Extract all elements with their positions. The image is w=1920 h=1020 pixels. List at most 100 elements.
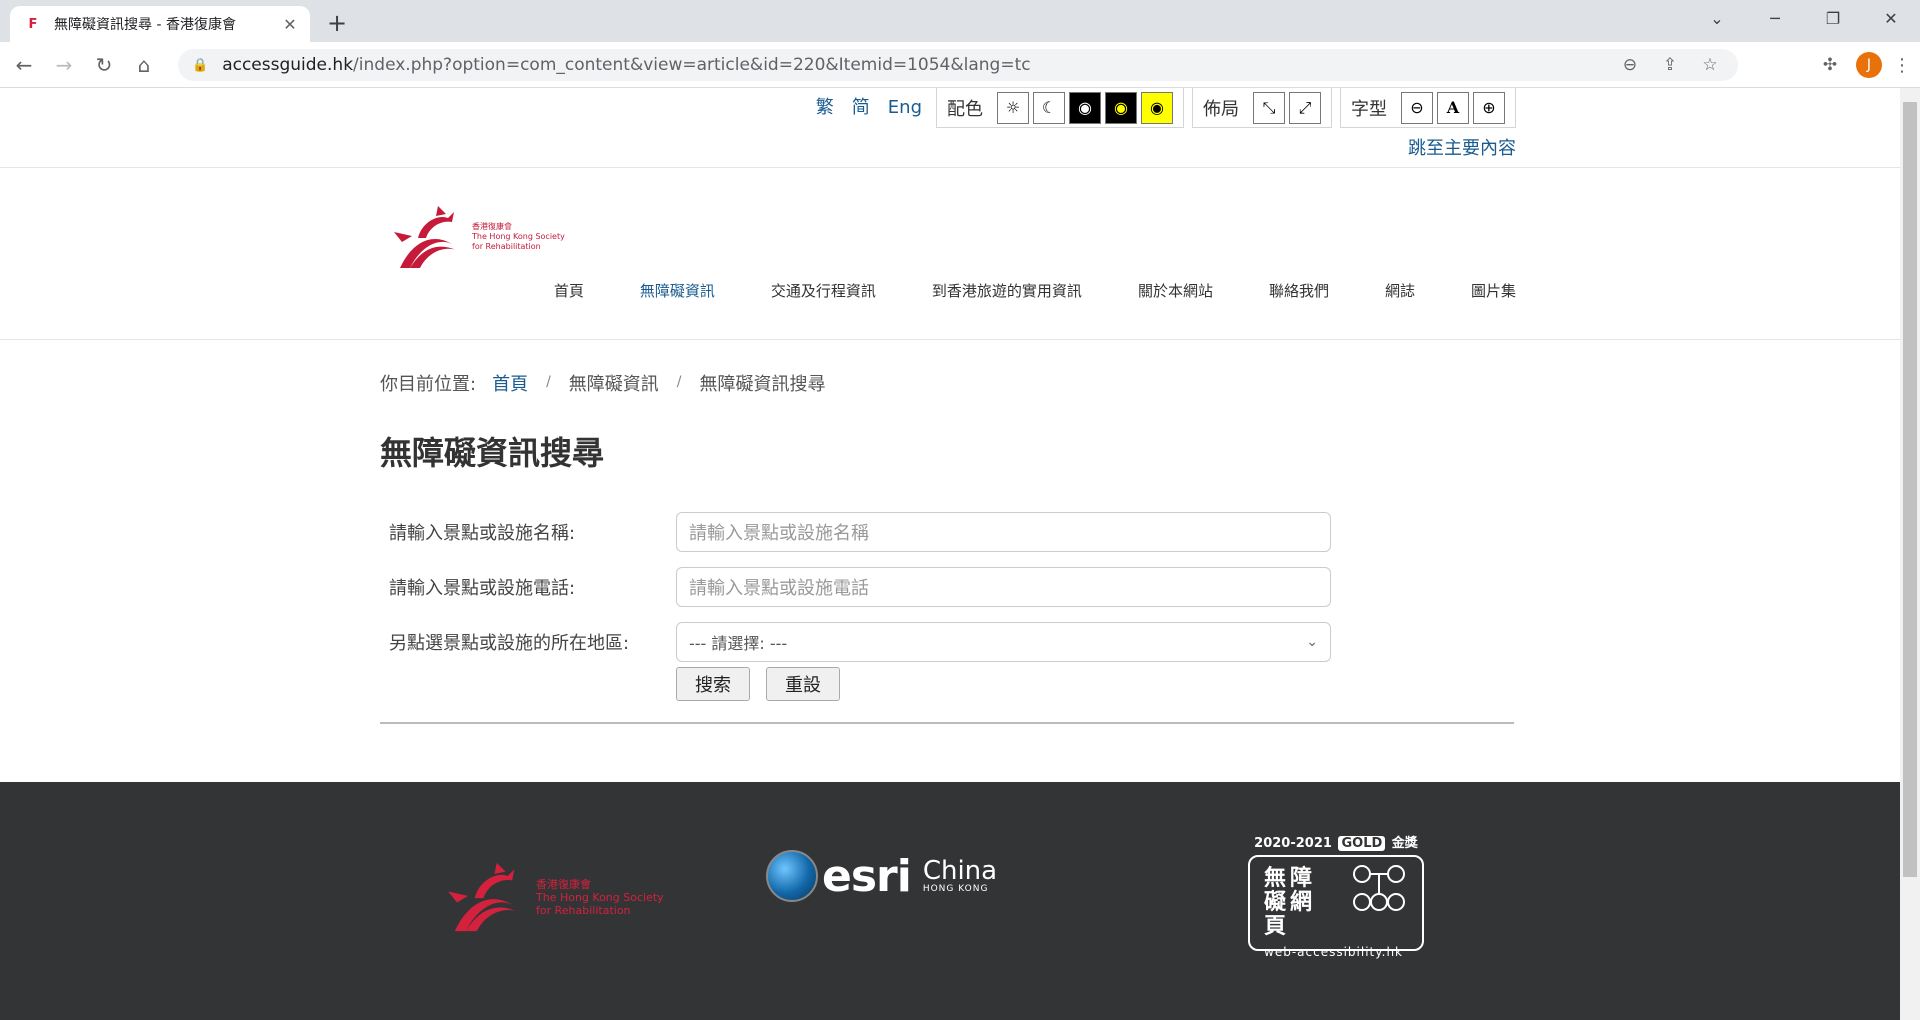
badge-award: 金獎 <box>1391 836 1418 851</box>
name-row: 請輸入景點或設施名稱: 請輸入景點或設施名稱 <box>380 504 1510 559</box>
language-switcher: 繁 简 Eng <box>798 88 922 128</box>
minimize-icon[interactable]: ─ <box>1746 0 1804 36</box>
wide-layout-icon[interactable]: ⤢ <box>1289 91 1321 124</box>
layout-label: 佈局 <box>1203 98 1239 120</box>
footer-rehab-logo[interactable]: 香港復康會 The Hong Kong Society for Rehabili… <box>446 858 664 936</box>
nav-travel-info[interactable]: 到香港旅遊的實用資訊 <box>932 280 1082 301</box>
name-input[interactable]: 請輸入景點或設施名稱 <box>676 511 1331 552</box>
nav-contact[interactable]: 聯絡我們 <box>1269 280 1329 301</box>
high-contrast-eye-icon[interactable]: ◉ <box>1069 91 1101 124</box>
url-host: accessguide.hk <box>222 55 354 75</box>
font-increase-icon[interactable]: ⊕ <box>1473 91 1505 124</box>
zoom-icon[interactable]: ⊖ <box>1610 55 1650 75</box>
reload-icon[interactable]: ↻ <box>88 49 120 81</box>
footer-logo-cn: 香港復康會 <box>536 877 591 891</box>
nav-accessibility-info[interactable]: 無障礙資訊 <box>640 280 715 301</box>
dark-theme-icon[interactable]: ☾ <box>1033 91 1065 124</box>
district-select[interactable]: --- 請選擇: --- ⌄ <box>676 621 1331 662</box>
menu-kebab-icon[interactable]: ⋮ <box>1890 55 1914 76</box>
site-header: 香港復康會 The Hong Kong Society for Rehabili… <box>0 168 1900 340</box>
yellow-eye-icon[interactable]: ◉ <box>1141 91 1173 124</box>
lang-traditional-link[interactable]: 繁 <box>816 88 834 128</box>
narrow-layout-icon[interactable]: ⤡ <box>1253 91 1285 124</box>
logo-line-en1: The Hong Kong Society <box>472 232 565 241</box>
phone-row: 請輸入景點或設施電話: 請輸入景點或設施電話 <box>380 559 1510 614</box>
site-footer: 香港復康會 The Hong Kong Society for Rehabili… <box>0 782 1900 1020</box>
light-theme-icon[interactable]: ☼ <box>997 91 1029 124</box>
phone-input[interactable]: 請輸入景點或設施電話 <box>676 566 1331 607</box>
browser-tab[interactable]: F 無障礙資訊搜尋 - 香港復康會 ✕ <box>10 6 310 42</box>
bookmark-star-icon[interactable]: ☆ <box>1690 55 1730 75</box>
logo-line-en2: for Rehabilitation <box>472 242 541 251</box>
badge-year-row: 2020-2021 GOLD 金獎 <box>1248 832 1424 851</box>
share-icon[interactable]: ⇪ <box>1650 55 1690 75</box>
esri-wordmark: esri <box>822 850 912 902</box>
main-nav: 首頁 無障礙資訊 交通及行程資訊 到香港旅遊的實用資訊 關於本網站 聯絡我們 網… <box>498 280 1516 301</box>
breadcrumb-separator: / <box>546 374 551 390</box>
tab-title: 無障礙資訊搜尋 - 香港復康會 <box>54 17 236 33</box>
color-scheme-label: 配色 <box>947 98 983 120</box>
search-button[interactable]: 搜索 <box>676 667 750 701</box>
browser-toolbar: ← → ↻ ⌂ 🔒 accessguide.hk/index.php?optio… <box>0 42 1920 88</box>
nav-gallery[interactable]: 圖片集 <box>1471 280 1516 301</box>
browser-right-actions: ✣ J ⋮ <box>1812 49 1914 81</box>
url-path: /index.php?option=com_content&view=artic… <box>353 55 1031 75</box>
lang-simplified-link[interactable]: 简 <box>852 88 870 128</box>
tab-search-icon[interactable]: ⌄ <box>1688 0 1746 36</box>
badge-title: 無障礙網頁 <box>1264 866 1317 939</box>
phone-label: 請輸入景點或設施電話: <box>389 577 576 599</box>
phoenix-logo-icon <box>394 206 456 268</box>
restore-icon[interactable]: ❐ <box>1804 0 1862 36</box>
breadcrumb-home-link[interactable]: 首頁 <box>492 370 528 396</box>
phoenix-logo-icon <box>448 862 517 932</box>
scrollbar-thumb[interactable] <box>1903 102 1917 877</box>
page-viewport: 繁 简 Eng 配色 ☼ ☾ ◉ ◉ ◉ 佈局 ⤡ ⤢ 字型 ⊖ A ⊕ 跳至主… <box>0 88 1920 1020</box>
lock-icon[interactable]: 🔒 <box>192 58 208 73</box>
site-logo[interactable]: 香港復康會 The Hong Kong Society for Rehabili… <box>392 202 565 272</box>
content-divider <box>380 722 1514 724</box>
back-icon[interactable]: ← <box>8 49 40 81</box>
esri-china-text: China <box>922 856 998 886</box>
nav-transport[interactable]: 交通及行程資訊 <box>771 280 876 301</box>
extensions-icon[interactable]: ✣ <box>1812 55 1848 75</box>
close-window-icon[interactable]: ✕ <box>1862 0 1920 36</box>
omnibox-actions: ⊖ ⇪ ☆ <box>1610 49 1730 81</box>
profile-avatar[interactable]: J <box>1856 52 1882 78</box>
reset-button[interactable]: 重設 <box>766 667 840 701</box>
layout-group: 佈局 ⤡ ⤢ <box>1192 88 1332 128</box>
page: 繁 简 Eng 配色 ☼ ☾ ◉ ◉ ◉ 佈局 ⤡ ⤢ 字型 ⊖ A ⊕ 跳至主… <box>0 88 1900 1020</box>
color-scheme-group: 配色 ☼ ☾ ◉ ◉ ◉ <box>936 88 1184 128</box>
browser-tabbar: F 無障礙資訊搜尋 - 香港復康會 ✕ + ⌄ ─ ❐ ✕ <box>0 0 1920 42</box>
breadcrumb-current: 無障礙資訊搜尋 <box>699 374 826 395</box>
lang-english-link[interactable]: Eng <box>888 88 922 128</box>
esri-china-logo[interactable]: esri China HONG KONG <box>766 850 997 902</box>
footer-logo-en1: The Hong Kong Society <box>536 890 664 904</box>
skip-to-content-link[interactable]: 跳至主要內容 <box>1408 134 1516 160</box>
chevron-down-icon: ⌄ <box>1306 633 1318 650</box>
esri-hk-text: HONG KONG <box>922 884 989 894</box>
font-decrease-icon[interactable]: ⊖ <box>1401 91 1433 124</box>
nav-blog[interactable]: 網誌 <box>1385 280 1415 301</box>
badge-gold: GOLD <box>1338 836 1386 851</box>
black-yellow-eye-icon[interactable]: ◉ <box>1105 91 1137 124</box>
badge-box: 無障礙網頁 web-accessibility.hk <box>1248 855 1424 959</box>
accessibility-bar: 繁 简 Eng 配色 ☼ ☾ ◉ ◉ ◉ 佈局 ⤡ ⤢ 字型 ⊖ A ⊕ 跳至主… <box>0 88 1900 168</box>
font-size-label: 字型 <box>1351 98 1387 120</box>
forward-icon[interactable]: → <box>48 49 80 81</box>
page-title: 無障礙資訊搜尋 <box>380 434 605 472</box>
page-scrollbar[interactable] <box>1900 88 1920 1020</box>
nav-home[interactable]: 首頁 <box>554 280 584 301</box>
logo-text: 香港復康會 The Hong Kong Society for Rehabili… <box>472 222 565 252</box>
font-reset-icon[interactable]: A <box>1437 91 1469 124</box>
nav-about[interactable]: 關於本網站 <box>1138 280 1213 301</box>
logo-line-cn: 香港復康會 <box>472 222 512 231</box>
breadcrumb-separator: / <box>676 374 682 390</box>
breadcrumb-level1: 無障礙資訊 <box>568 374 659 395</box>
web-accessibility-award-badge[interactable]: 2020-2021 GOLD 金獎 無障礙網頁 web-accessibilit… <box>1248 832 1424 964</box>
form-buttons: 搜索 重設 <box>676 667 1510 701</box>
globe-icon <box>766 850 818 902</box>
home-icon[interactable]: ⌂ <box>128 49 160 81</box>
address-bar[interactable]: 🔒 accessguide.hk/index.php?option=com_co… <box>178 49 1738 81</box>
new-tab-button[interactable]: + <box>322 8 352 38</box>
close-tab-icon[interactable]: ✕ <box>280 14 300 34</box>
